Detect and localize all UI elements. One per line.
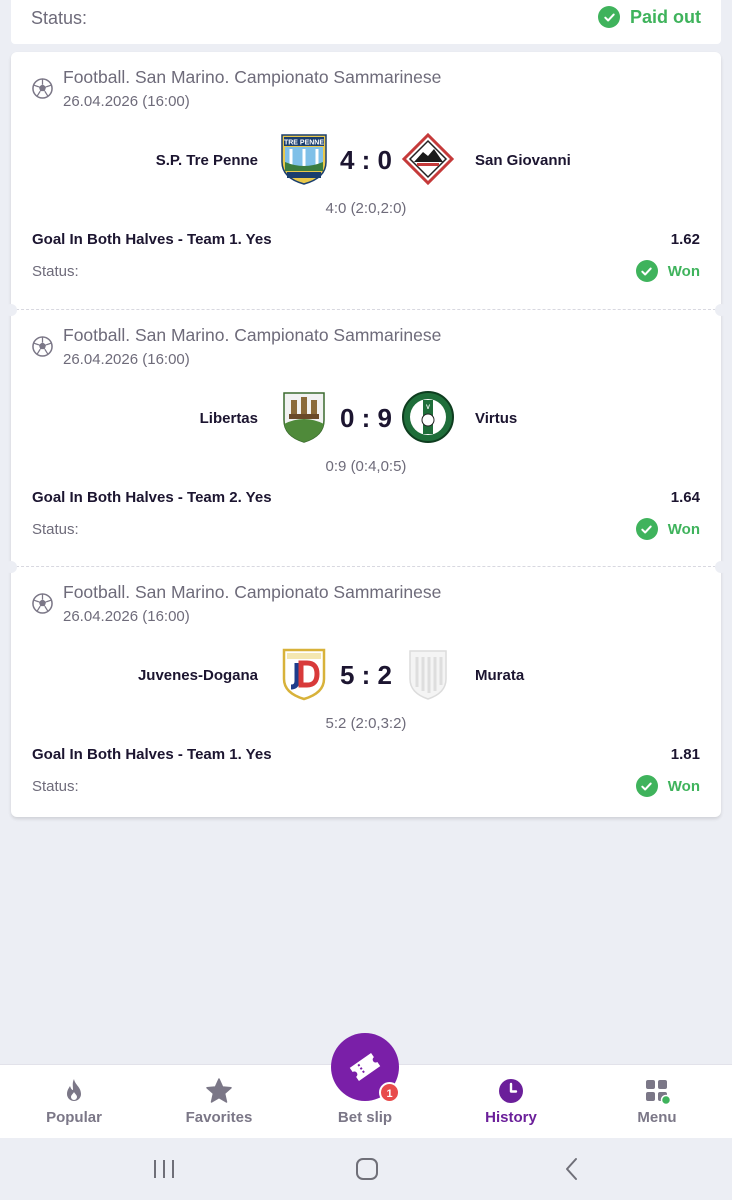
league-name: Football. San Marino. Campionato Sammari… bbox=[63, 582, 442, 602]
star-icon bbox=[206, 1078, 232, 1103]
ticket-notch bbox=[715, 561, 727, 573]
check-circle-icon bbox=[598, 6, 620, 28]
nav-menu[interactable]: Menu bbox=[584, 1065, 730, 1139]
grid-menu-icon bbox=[646, 1080, 671, 1105]
nav-favorites[interactable]: Favorites bbox=[146, 1065, 292, 1139]
back-icon[interactable] bbox=[562, 1157, 582, 1181]
bet-status-label: Status: bbox=[31, 8, 88, 28]
home-icon[interactable] bbox=[355, 1157, 379, 1181]
nav-history[interactable]: History bbox=[438, 1065, 584, 1139]
divider bbox=[11, 309, 721, 311]
football-icon bbox=[32, 336, 53, 357]
tre-penne-crest-icon: TRE PENNE bbox=[281, 134, 327, 185]
event-item[interactable]: Football. San Marino. Campionato Sammari… bbox=[5, 561, 727, 825]
clock-icon bbox=[499, 1079, 523, 1103]
football-icon bbox=[32, 593, 53, 614]
bet-market: Goal In Both Halves - Team 2. Yes bbox=[32, 489, 272, 506]
murata-crest-icon bbox=[409, 650, 447, 700]
event-item[interactable]: Football. San Marino. Campionato Sammari… bbox=[5, 304, 727, 568]
paid-out-text: Paid out bbox=[630, 6, 701, 27]
away-team-name: Virtus bbox=[475, 410, 518, 427]
score-detail: 4:0 (2:0,2:0) bbox=[325, 200, 407, 217]
juvenes-dogana-crest-icon bbox=[282, 648, 326, 701]
recent-apps-icon[interactable] bbox=[151, 1158, 177, 1180]
virtus-crest-icon: V bbox=[402, 391, 454, 443]
won-text: Won bbox=[667, 520, 700, 538]
home-team-name: Juvenes-Dogana bbox=[137, 667, 258, 684]
bet-market: Goal In Both Halves - Team 1. Yes bbox=[32, 746, 272, 763]
won-text: Won bbox=[667, 777, 700, 795]
football-icon bbox=[32, 78, 53, 99]
home-team-name: S.P. Tre Penne bbox=[155, 152, 258, 169]
san-giovanni-crest-icon bbox=[401, 132, 455, 186]
ticket-notch bbox=[715, 304, 727, 316]
libertas-crest-icon bbox=[283, 392, 325, 443]
divider bbox=[11, 566, 721, 568]
bet-odds: 1.62 bbox=[670, 231, 700, 248]
match-score: 0 : 9 bbox=[339, 403, 393, 433]
check-circle-icon bbox=[635, 775, 658, 797]
bet-odds: 1.64 bbox=[670, 489, 700, 506]
event-status-value: Won bbox=[635, 260, 700, 282]
event-date: 26.04.2026 (16:00) bbox=[63, 351, 190, 368]
event-status-label: Status: bbox=[32, 263, 79, 280]
bet-odds: 1.81 bbox=[670, 746, 700, 763]
bet-summary-card: Status: Paid out bbox=[11, 0, 721, 44]
score-detail: 5:2 (2:0,3:2) bbox=[325, 715, 407, 732]
home-team-name: Libertas bbox=[199, 410, 258, 427]
bet-slip-count-badge: 1 bbox=[379, 1082, 400, 1103]
nav-label: Bet slip bbox=[337, 1109, 393, 1126]
event-status-value: Won bbox=[635, 775, 700, 797]
bet-market: Goal In Both Halves - Team 1. Yes bbox=[32, 231, 272, 248]
event-status-label: Status: bbox=[32, 521, 79, 538]
svg-text:TRE PENNE: TRE PENNE bbox=[284, 140, 324, 147]
away-team-name: San Giovanni bbox=[475, 152, 571, 169]
nav-label: History bbox=[485, 1109, 537, 1126]
svg-text:V: V bbox=[426, 405, 430, 411]
nav-label: Favorites bbox=[185, 1109, 253, 1126]
check-circle-icon bbox=[635, 260, 658, 282]
check-circle-icon bbox=[635, 518, 658, 540]
nav-label: Menu bbox=[637, 1109, 677, 1126]
bet-status-value: Paid out bbox=[598, 6, 701, 28]
match-score: 5 : 2 bbox=[339, 660, 393, 690]
event-item[interactable]: Football. San Marino. Campionato Sammari… bbox=[11, 52, 721, 310]
bet-events-card: Football. San Marino. Campionato Sammari… bbox=[5, 52, 727, 817]
event-status-label: Status: bbox=[32, 778, 79, 795]
event-date: 26.04.2026 (16:00) bbox=[63, 93, 190, 110]
won-text: Won bbox=[667, 262, 700, 280]
nav-popular[interactable]: Popular bbox=[1, 1065, 147, 1139]
league-name: Football. San Marino. Campionato Sammari… bbox=[63, 67, 442, 87]
away-team-name: Murata bbox=[475, 667, 525, 684]
system-navigation-bar bbox=[0, 1138, 732, 1200]
event-date: 26.04.2026 (16:00) bbox=[63, 608, 190, 625]
ticket-notch bbox=[5, 304, 17, 316]
match-score: 4 : 0 bbox=[339, 145, 393, 175]
ticket-notch bbox=[5, 561, 17, 573]
league-name: Football. San Marino. Campionato Sammari… bbox=[63, 325, 442, 345]
nav-label: Popular bbox=[46, 1109, 102, 1126]
event-status-value: Won bbox=[635, 518, 700, 540]
score-detail: 0:9 (0:4,0:5) bbox=[325, 458, 407, 475]
flame-icon bbox=[67, 1079, 81, 1101]
ticket-icon bbox=[349, 1052, 381, 1082]
